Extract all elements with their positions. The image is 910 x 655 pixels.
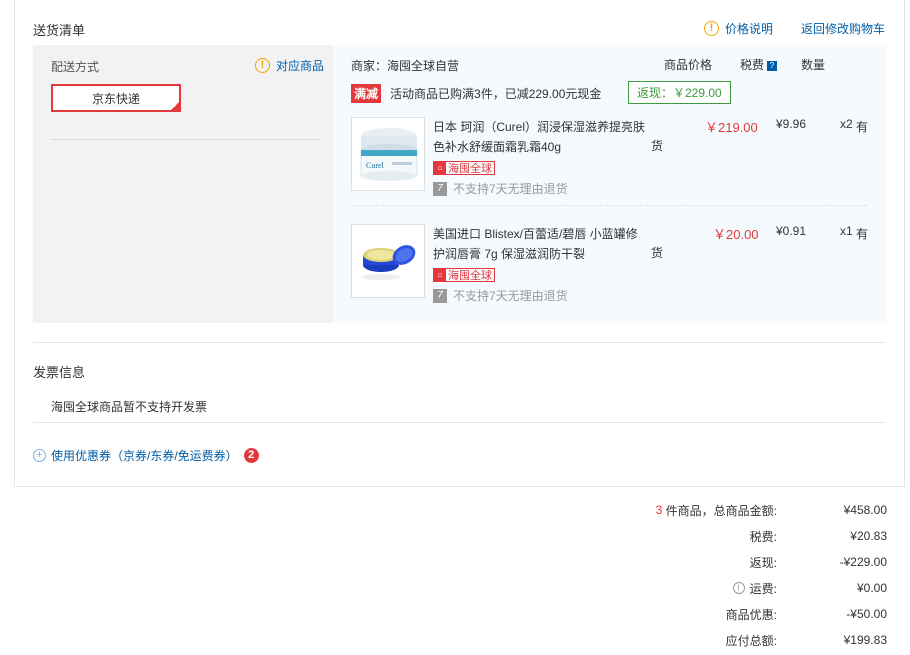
warning-icon: !	[703, 21, 719, 36]
product-name-link[interactable]: 日本 珂润（Curel）润浸保湿滋养提亮肤色补水舒缓面霜乳霜40g	[433, 117, 645, 157]
summary-total-row: 3 件商品，总商品金额: ¥458.00	[587, 497, 887, 523]
divider	[33, 422, 886, 423]
global-tag: ⌂ 海囤全球	[433, 268, 495, 282]
back-to-cart-link[interactable]: 返回修改购物车	[801, 20, 885, 37]
invoice-note: 海囤全球商品暂不支持开发票	[51, 400, 208, 414]
header-links: ! 价格说明 返回修改购物车	[703, 20, 885, 37]
merchant-label: 商家：	[351, 59, 388, 73]
summary-shipping-text: 运费:	[749, 581, 777, 596]
promo-text: 活动商品已购满3件，已减229.00元现金	[390, 87, 602, 101]
goods-link-label: 对应商品	[276, 59, 325, 73]
product-thumbnail[interactable]	[351, 224, 425, 298]
promo-tag: 满减	[351, 84, 382, 103]
column-price: 商品价格	[664, 58, 713, 72]
summary-shipping-row: ! 运费: ¥0.00	[587, 575, 887, 601]
summary-shipping-value: ¥0.00	[856, 581, 887, 595]
return-policy: 7 不支持7天无理由退货	[433, 180, 568, 197]
summary-total-label: 3 件商品，总商品金额:	[656, 502, 777, 519]
global-tag-label: 海囤全球	[448, 163, 492, 175]
item-price: ￥219.00	[705, 120, 758, 135]
shipping-method-label: 配送方式	[51, 60, 100, 74]
item-tax: ¥9.96	[776, 117, 807, 131]
express-option-button[interactable]: 京东快递 ✓	[51, 84, 181, 112]
return-policy-label: 不支持7天无理由退货	[453, 182, 568, 196]
warning-icon: !	[255, 58, 270, 73]
summary-tax-row: 税费: ¥20.83	[587, 523, 887, 549]
thumb-brand-text: Curel	[366, 161, 385, 170]
item-qty: x1	[840, 224, 853, 238]
seven-day-icon: 7	[433, 181, 447, 196]
item-stock: 有	[856, 120, 869, 134]
use-coupon-link[interactable]: + 使用优惠券（京券/东券/免运费券） 2	[33, 447, 259, 464]
summary-payable-row: 应付总额: ¥199.83	[587, 627, 887, 653]
item-divider	[351, 205, 867, 206]
cream-jar-image: Curel	[352, 118, 424, 190]
summary-tax-label: 税费:	[749, 529, 777, 544]
divider	[33, 342, 886, 343]
column-tax: 税费?	[740, 56, 778, 73]
global-tag-label: 海囤全球	[448, 270, 492, 282]
invoice-title: 发票信息	[33, 365, 86, 380]
item-count: 3	[655, 503, 663, 517]
list-item: 美国进口 Blistex/百蕾适/碧唇 小蓝罐修护润唇膏 7g 保湿滋润防干裂 …	[351, 224, 871, 324]
coupon-count-badge: 2	[243, 448, 259, 463]
product-name-link[interactable]: 美国进口 Blistex/百蕾适/碧唇 小蓝罐修护润唇膏 7g 保湿滋润防干裂	[433, 224, 645, 264]
summary-shipping-label: ! 运费:	[732, 580, 777, 597]
coupon-label: 使用优惠券（京券/东券/免运费券）	[51, 449, 238, 463]
lip-balm-image	[352, 225, 424, 297]
merchant-name: 海囤全球自营	[387, 59, 460, 73]
item-stock: 有	[856, 227, 869, 241]
question-icon[interactable]: ?	[767, 61, 778, 71]
list-item: Curel 日本 珂润（Curel）润浸保湿滋养提亮肤色补水舒缓面霜乳霜40g …	[351, 117, 871, 217]
section-title: 送货清单	[33, 23, 86, 38]
divider	[51, 139, 321, 140]
promo-row: 满减 活动商品已购满3件，已减229.00元现金	[351, 84, 601, 103]
summary-total-value: ¥458.00	[843, 503, 887, 517]
summary-total-text: 件商品，总商品金额:	[665, 503, 777, 518]
product-name-tail: 货	[651, 139, 664, 153]
home-icon: ⌂	[434, 162, 446, 174]
column-tax-label: 税费	[740, 58, 765, 72]
check-icon: ✓	[172, 101, 179, 110]
summary-tax-value: ¥20.83	[850, 529, 887, 543]
express-option-label: 京东快递	[91, 91, 140, 106]
summary-payable-value: ¥199.83	[843, 633, 887, 647]
shipping-method-panel: 配送方式 ! 对应商品 京东快递 ✓	[33, 45, 333, 323]
price-note-link[interactable]: 价格说明	[725, 20, 773, 37]
item-qty: x2	[840, 117, 853, 131]
item-tax: ¥0.91	[776, 224, 807, 238]
order-summary: 3 件商品，总商品金额: ¥458.00 税费: ¥20.83 返现: -¥22…	[587, 497, 887, 653]
plus-circle-icon: +	[33, 449, 46, 462]
summary-payable-label: 应付总额:	[725, 633, 777, 648]
summary-discount-row: 商品优惠: -¥50.00	[587, 601, 887, 627]
summary-discount-value: -¥50.00	[846, 607, 887, 621]
home-icon: ⌂	[434, 269, 446, 281]
return-policy: 7 不支持7天无理由退货	[433, 287, 568, 304]
shipping-box: 配送方式 ! 对应商品 京东快递 ✓ 商家：海囤全球自营 商品价格 税费? 数量	[33, 45, 886, 323]
order-card: 送货清单 ! 价格说明 返回修改购物车 配送方式 ! 对应商品 京东快递 ✓ 商…	[14, 0, 905, 487]
summary-cashback-value: -¥229.00	[839, 555, 887, 569]
cashback-badge: 返现：￥229.00	[628, 81, 731, 104]
seven-day-icon: 7	[433, 288, 447, 303]
goods-link[interactable]: ! 对应商品	[255, 57, 324, 74]
goods-panel: 商家：海囤全球自营 商品价格 税费? 数量 满减 活动商品已购满3件，已减229…	[333, 45, 886, 323]
merchant: 商家：海囤全球自营	[351, 57, 459, 74]
summary-discount-label: 商品优惠:	[725, 607, 777, 622]
item-price: ￥20.00	[713, 227, 759, 242]
info-icon[interactable]: !	[732, 582, 745, 594]
product-name-tail: 货	[651, 246, 664, 260]
column-qty: 数量	[801, 58, 826, 72]
summary-cashback-label: 返现:	[749, 555, 777, 570]
summary-cashback-row: 返现: -¥229.00	[587, 549, 887, 575]
product-thumbnail[interactable]: Curel	[351, 117, 425, 191]
global-tag: ⌂ 海囤全球	[433, 161, 495, 175]
return-policy-label: 不支持7天无理由退货	[453, 289, 568, 303]
